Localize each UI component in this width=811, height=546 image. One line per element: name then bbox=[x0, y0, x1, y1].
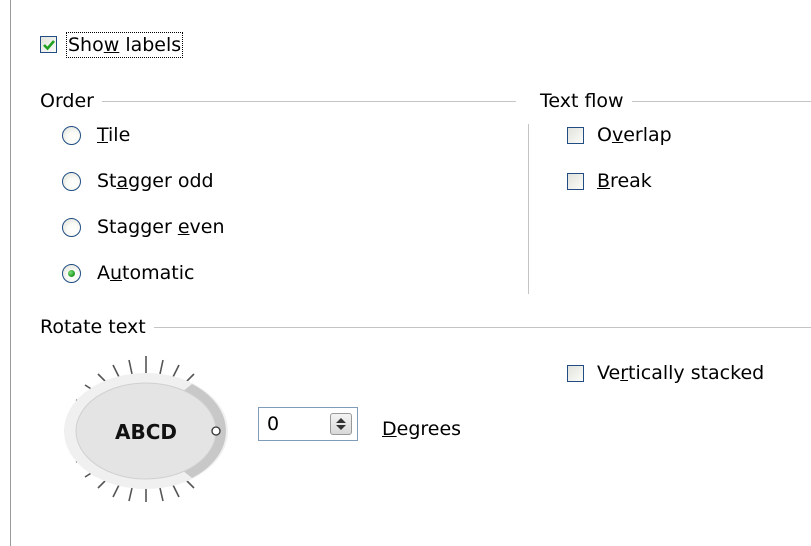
stagger-even-radio[interactable] bbox=[62, 218, 81, 237]
stagger-even-label: Stagger even bbox=[97, 216, 225, 238]
tile-radio[interactable] bbox=[62, 126, 81, 145]
order-section-header: Order bbox=[40, 90, 516, 112]
show-labels-checkbox[interactable] bbox=[40, 36, 57, 53]
rotation-dial[interactable]: ABCD bbox=[52, 352, 242, 502]
degrees-value: 0 bbox=[267, 413, 280, 435]
text-flow-title: Text flow bbox=[540, 90, 624, 112]
rotate-text-divider bbox=[153, 326, 811, 328]
rotate-text-section-header: Rotate text bbox=[40, 316, 811, 338]
dial-text: ABCD bbox=[115, 420, 177, 444]
break-label: Break bbox=[597, 170, 652, 192]
text-flow-divider bbox=[631, 100, 811, 102]
vertically-stacked-label: Vertically stacked bbox=[597, 362, 765, 384]
degrees-spin-button[interactable] bbox=[330, 413, 352, 435]
spin-arrows-icon bbox=[336, 418, 346, 430]
text-flow-section-header: Text flow bbox=[540, 90, 811, 112]
show-labels-label: Show labels bbox=[65, 32, 184, 58]
stagger-odd-radio[interactable] bbox=[62, 172, 81, 191]
radio-selected-dot bbox=[68, 270, 75, 277]
rotate-text-title: Rotate text bbox=[40, 316, 146, 338]
overlap-label: Overlap bbox=[597, 124, 672, 146]
automatic-radio[interactable] bbox=[62, 264, 81, 283]
dialog-left-border bbox=[10, 0, 11, 546]
vertically-stacked-checkbox[interactable] bbox=[567, 365, 584, 382]
section-separator bbox=[528, 124, 529, 294]
dial-handle-icon[interactable] bbox=[211, 426, 221, 436]
overlap-checkbox[interactable] bbox=[567, 127, 584, 144]
tile-label: Tile bbox=[97, 124, 131, 146]
stagger-odd-label: Stagger odd bbox=[97, 170, 214, 192]
order-title: Order bbox=[40, 90, 94, 112]
check-mark-icon bbox=[43, 40, 55, 51]
automatic-label: Automatic bbox=[97, 262, 195, 284]
break-checkbox[interactable] bbox=[567, 173, 584, 190]
order-divider bbox=[102, 100, 516, 102]
degrees-label: Degrees bbox=[382, 418, 462, 440]
